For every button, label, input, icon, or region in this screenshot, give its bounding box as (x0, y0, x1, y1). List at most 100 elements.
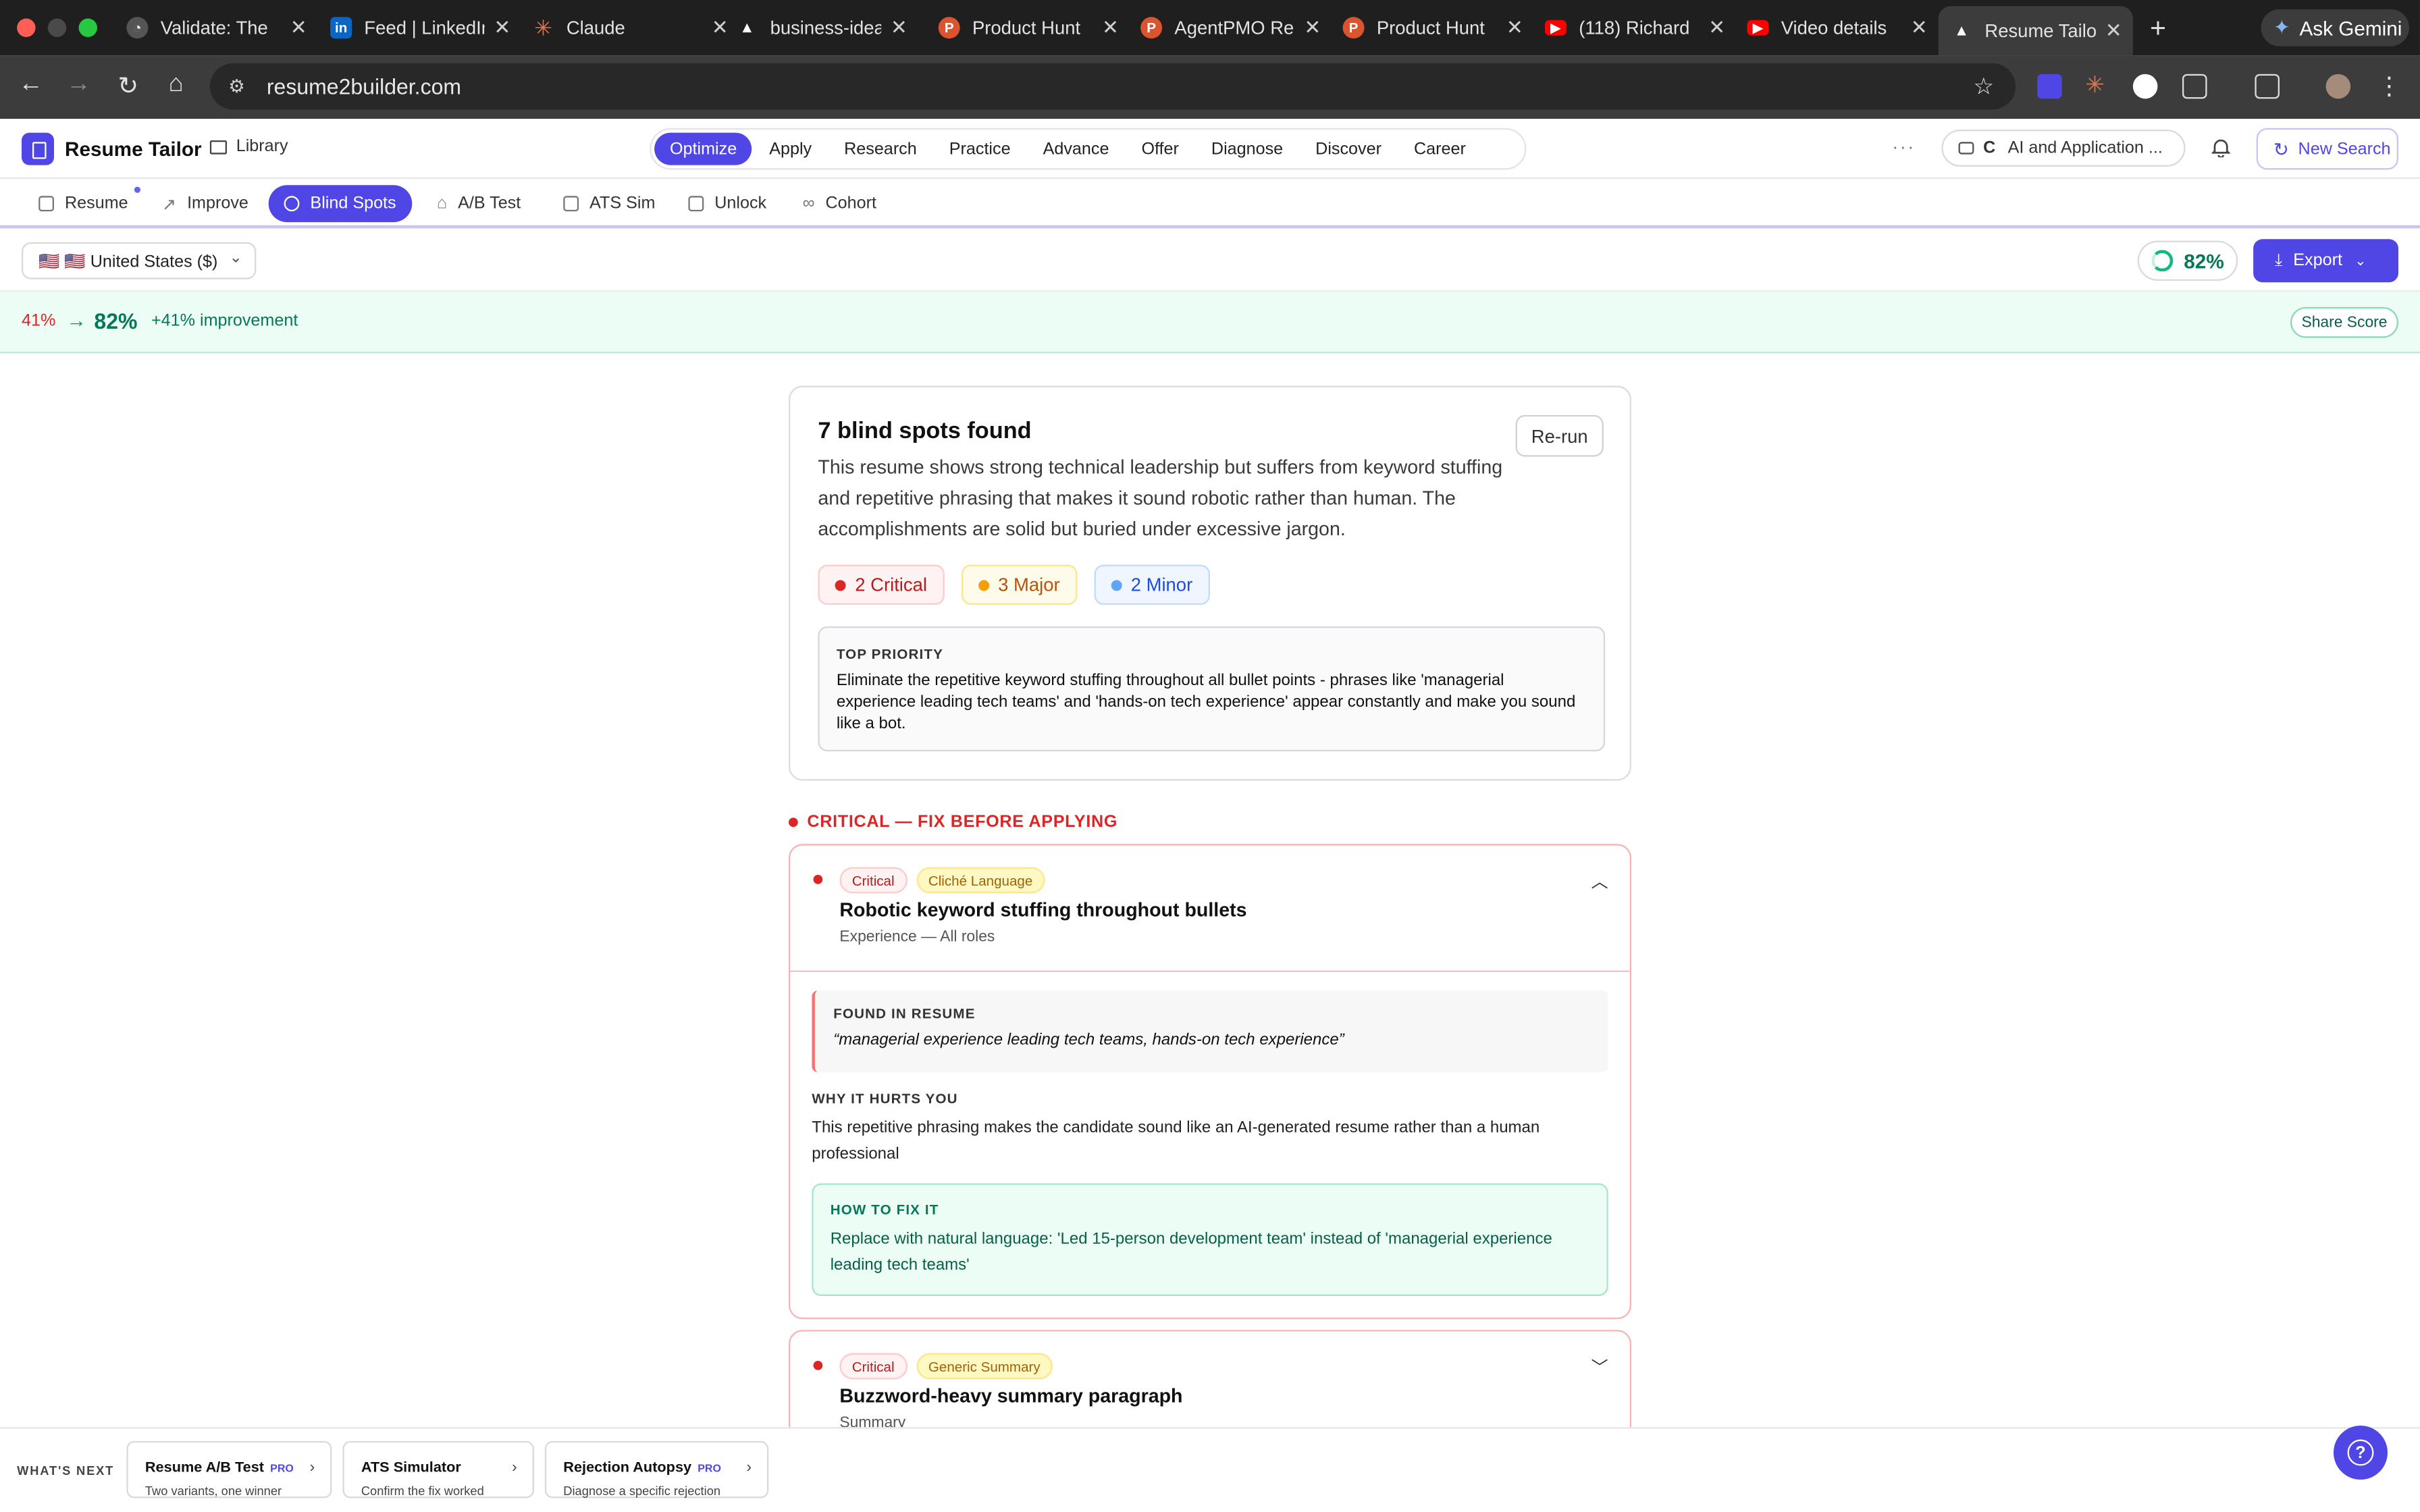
browser-tab[interactable]: ▶ Video details ✕ (1747, 7, 1928, 47)
issue-header[interactable]: Critical Cliché Language Robotic keyword… (790, 846, 1629, 971)
browser-tab[interactable]: P Product Hunt ✕ (938, 7, 1119, 47)
tab-title: Claude (566, 17, 625, 39)
resume-tailor-logo-icon[interactable] (21, 132, 54, 165)
browser-tab[interactable]: P AgentPMO Re ✕ (1140, 7, 1321, 47)
refresh-icon: ↻ (2273, 138, 2289, 160)
puzzle-extensions-icon[interactable] (2182, 74, 2207, 99)
browser-tab[interactable]: in Feed | LinkedIn ✕ (330, 7, 510, 47)
close-tab-icon[interactable]: ✕ (1708, 16, 1725, 40)
minor-dot-icon (1111, 579, 1122, 591)
next-card-ab-test[interactable]: Resume A/B Test PRO Two variants, one win… (126, 1440, 332, 1498)
help-button[interactable]: ? (2333, 1425, 2388, 1480)
pro-badge: PRO (270, 1464, 294, 1476)
why-text: This repetitive phrasing makes the candi… (812, 1118, 1540, 1164)
bell-icon[interactable] (2211, 137, 2231, 159)
major-count-chip[interactable]: 3 Major (961, 564, 1077, 605)
maximize-window-button[interactable] (78, 18, 97, 37)
library-link[interactable]: Library (209, 137, 288, 156)
tab-title: Video details (1781, 17, 1887, 39)
nav-diagnose[interactable]: Diagnose (1196, 133, 1298, 165)
next-card-subtitle: Confirm the fix worked (361, 1484, 484, 1498)
monitor-icon (563, 196, 579, 212)
context-selector[interactable]: C AI and Application ... (1941, 129, 2186, 167)
subnav-ab-test[interactable]: ⌂ A/B Test (421, 185, 536, 222)
brand-name[interactable]: Resume Tailor (65, 137, 202, 160)
subnav-unlock[interactable]: Unlock (673, 185, 782, 222)
chevron-down-icon: ⌄ (229, 250, 242, 267)
extension-icon[interactable] (2037, 74, 2062, 99)
context-letter: C (1983, 138, 1996, 158)
minimize-window-button[interactable] (47, 18, 67, 37)
close-tab-icon[interactable]: ✕ (891, 16, 908, 40)
minor-count-chip[interactable]: 2 Minor (1093, 564, 1210, 605)
subnav-cohort[interactable]: ∞ Cohort (787, 185, 892, 222)
subnav-resume[interactable]: Resume (23, 185, 143, 222)
next-card-rejection-autopsy[interactable]: Rejection Autopsy PRO Diagnose a specific… (544, 1440, 769, 1498)
nav-offer[interactable]: Offer (1126, 133, 1194, 165)
subnav-improve[interactable]: ↗ Improve (147, 185, 264, 222)
extension-icon[interactable] (2132, 74, 2158, 99)
top-priority-label: TOP PRIORITY (836, 646, 943, 662)
chevron-up-icon[interactable]: ︿ (1592, 869, 1608, 894)
forward-arrow-icon[interactable]: → (63, 71, 95, 99)
close-tab-icon[interactable]: ✕ (1304, 16, 1321, 40)
linkedin-icon: in (330, 17, 352, 39)
nav-career[interactable]: Career (1398, 133, 1481, 165)
close-tab-icon[interactable]: ✕ (1506, 16, 1523, 40)
next-card-ats-simulator[interactable]: ATS Simulator Confirm the fix worked › (342, 1440, 534, 1498)
critical-count-chip[interactable]: 2 Critical (818, 564, 945, 605)
nav-practice[interactable]: Practice (934, 133, 1026, 165)
nav-optimize[interactable]: Optimize (654, 132, 753, 165)
close-tab-icon[interactable]: ✕ (1911, 16, 1928, 40)
home-icon[interactable]: ⌂ (161, 71, 192, 99)
briefcase-icon (1958, 142, 1974, 155)
nav-advance[interactable]: Advance (1028, 133, 1125, 165)
improvement-delta: +41% improvement (151, 311, 298, 331)
back-arrow-icon[interactable]: ← (16, 71, 47, 99)
browser-tab[interactable]: ✳ Claude ✕ (533, 7, 729, 47)
more-dots-icon[interactable]: ··· (1892, 136, 1915, 157)
export-button[interactable]: ⤓ Export ⌄ (2253, 239, 2398, 283)
browser-tab-active[interactable]: ▲ Resume Tailor ✕ (1938, 6, 2133, 56)
trend-line-icon: ↗ (161, 195, 177, 214)
new-indicator-dot (134, 186, 140, 193)
chevron-down-icon[interactable]: ﹀ (1592, 1355, 1608, 1380)
more-menu-icon[interactable]: ⋮ (2373, 71, 2404, 102)
browser-tab[interactable]: P Product Hunt ✕ (1342, 7, 1523, 47)
close-tab-icon[interactable]: ✕ (2105, 18, 2122, 43)
nav-discover[interactable]: Discover (1300, 133, 1397, 165)
bookmark-star-icon[interactable]: ☆ (1973, 72, 1994, 101)
close-tab-icon[interactable]: ✕ (712, 16, 729, 40)
ask-gemini-button[interactable]: ✦ Ask Gemini (2261, 9, 2409, 47)
chip-label: 3 Major (998, 574, 1060, 596)
claude-extension-icon[interactable]: ✳ (2085, 74, 2110, 99)
share-score-button[interactable]: Share Score (2290, 306, 2398, 338)
browser-tab[interactable]: ▲ business-idea ✕ (736, 7, 908, 47)
rerun-button[interactable]: Re-run (1515, 414, 1604, 457)
cast-icon[interactable] (2255, 74, 2280, 99)
fix-label: HOW TO FIX IT (830, 1202, 939, 1218)
site-info-icon[interactable]: ⚙ (228, 76, 245, 97)
address-url[interactable]: resume2builder.com (267, 74, 461, 99)
browser-tab[interactable]: ▶ (118) Richard ✕ (1544, 7, 1725, 47)
whats-next-label: WHAT'S NEXT (17, 1464, 115, 1478)
summary-description: This resume shows strong technical leade… (818, 456, 1503, 540)
nav-research[interactable]: Research (828, 133, 932, 165)
subnav-ats-sim[interactable]: ATS Sim (548, 185, 670, 222)
country-select[interactable]: 🇺🇸 🇺🇸 United States ($) ⌄ (21, 242, 257, 279)
nav-apply[interactable]: Apply (754, 133, 827, 165)
new-tab-icon[interactable]: + (2150, 12, 2166, 45)
triangle-icon: ▲ (1953, 22, 1970, 40)
producthunt-icon: P (1140, 17, 1163, 39)
address-bar[interactable]: ⚙ resume2builder.com ☆ (209, 63, 2016, 110)
reload-icon[interactable]: ↻ (113, 71, 144, 102)
profile-avatar[interactable] (2325, 74, 2351, 99)
close-tab-icon[interactable]: ✕ (290, 16, 307, 40)
new-search-button[interactable]: ↻ New Search (2256, 128, 2398, 170)
close-window-button[interactable] (17, 18, 36, 37)
next-card-title: Rejection Autopsy (563, 1459, 692, 1477)
close-tab-icon[interactable]: ✕ (494, 16, 510, 40)
browser-tab[interactable]: ◔ Validate: The ✕ (126, 7, 307, 47)
close-tab-icon[interactable]: ✕ (1102, 16, 1119, 40)
subnav-blind-spots[interactable]: Blind Spots (268, 185, 412, 223)
